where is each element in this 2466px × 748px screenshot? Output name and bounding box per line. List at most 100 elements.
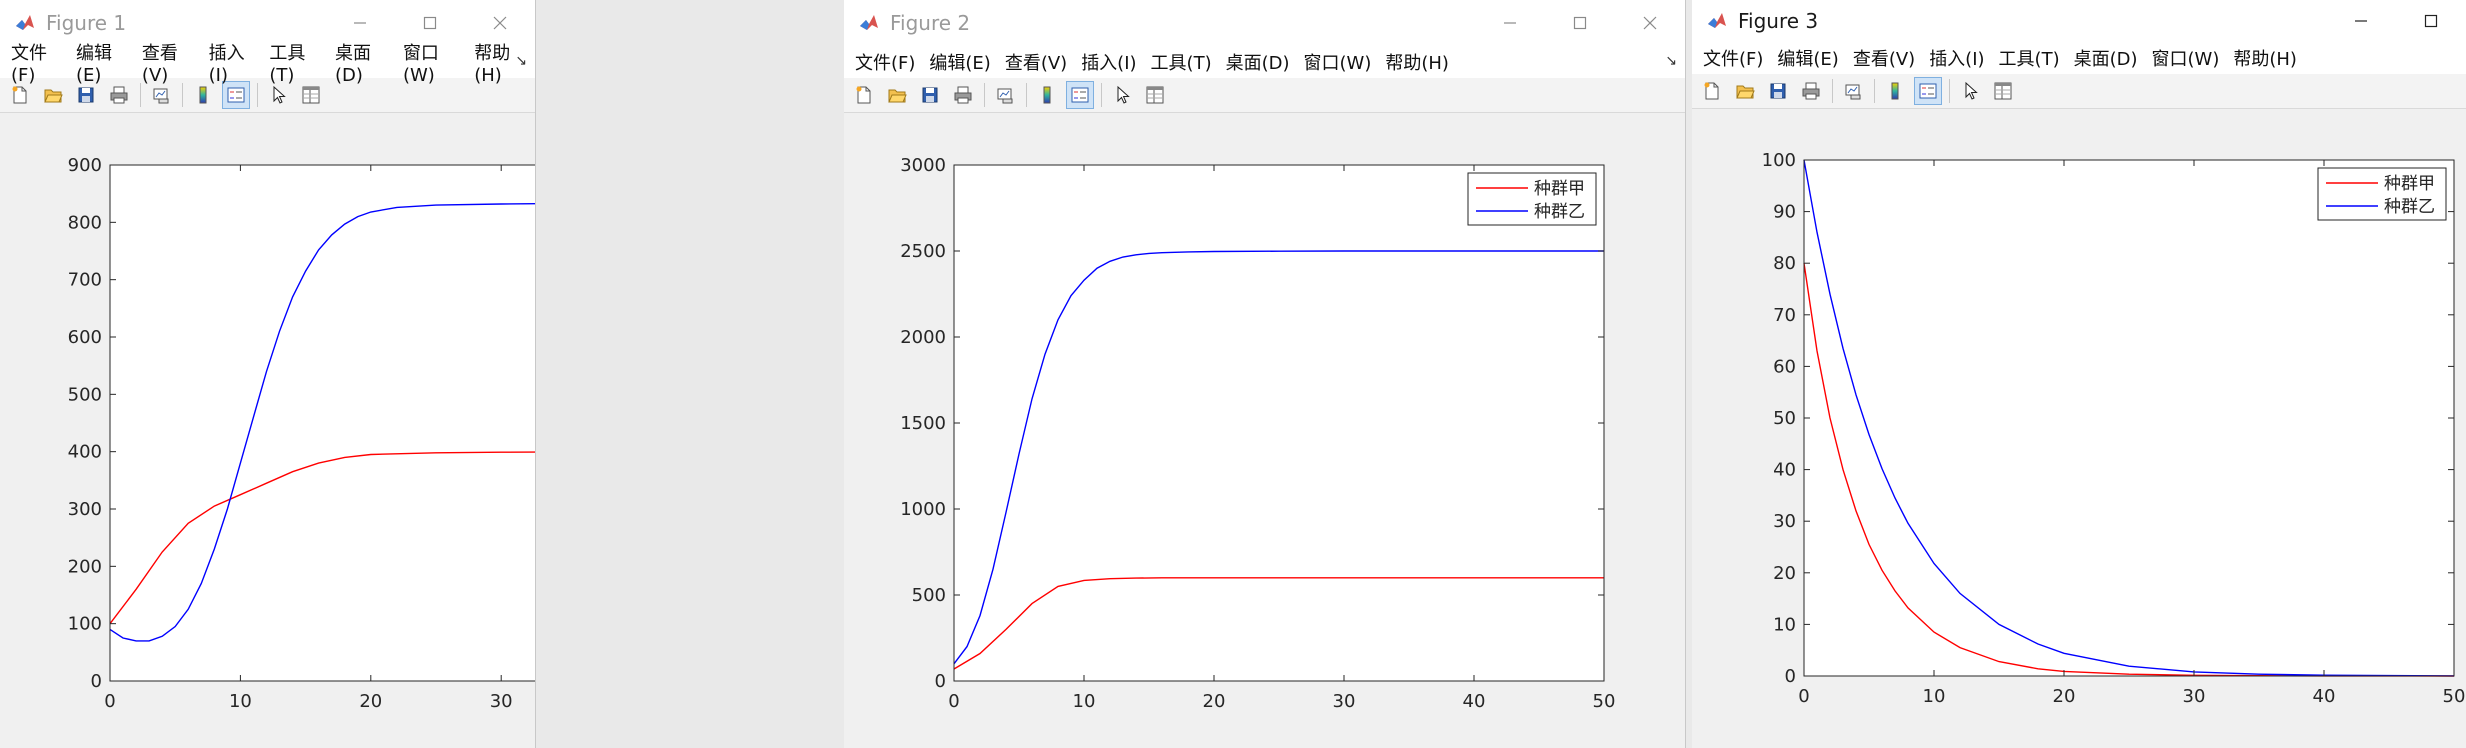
x-tick-label: 40 bbox=[1463, 691, 1486, 712]
new-file-icon bbox=[856, 86, 871, 104]
property-inspector-icon bbox=[1146, 86, 1164, 104]
menu-insert[interactable]: 插入(I) bbox=[1074, 49, 1143, 75]
y-tick-label: 200 bbox=[68, 556, 102, 577]
figure-window-2: Figure 2 文件(F) 编辑(E) 查看(V) 插入(I) 工具(T) 桌… bbox=[844, 0, 1686, 748]
title-bar[interactable]: Figure 2 bbox=[844, 0, 1685, 46]
x-tick-label: 50 bbox=[1593, 691, 1616, 712]
edit-plot-button[interactable] bbox=[1956, 77, 1984, 105]
x-tick-label: 20 bbox=[359, 691, 382, 712]
title-bar[interactable]: Figure 3 bbox=[1692, 0, 2466, 42]
menu-window[interactable]: 窗口(W) bbox=[396, 39, 467, 86]
x-tick-label: 0 bbox=[1798, 686, 1809, 707]
minimize-icon bbox=[2355, 20, 2367, 22]
print-button[interactable] bbox=[949, 81, 977, 109]
legend-label-2: 种群乙 bbox=[2384, 197, 2435, 217]
menu-file[interactable]: 文件(F) bbox=[1696, 45, 1770, 71]
toolbar-separator bbox=[182, 83, 183, 107]
menu-help[interactable]: 帮助(H) bbox=[2226, 45, 2304, 71]
close-icon bbox=[1643, 16, 1657, 30]
x-tick-label: 0 bbox=[104, 691, 115, 712]
legend-label-2: 种群乙 bbox=[1534, 202, 1585, 222]
open-file-button[interactable] bbox=[883, 81, 911, 109]
menu-edit[interactable]: 编辑(E) bbox=[1770, 45, 1845, 71]
y-tick-label: 900 bbox=[68, 155, 102, 176]
y-tick-label: 40 bbox=[1773, 460, 1796, 481]
figure-window-1: Figure 1 文件(F) 编辑(E) 查看(V) 插入(I) 工具(T) 桌… bbox=[0, 0, 536, 748]
save-button[interactable] bbox=[1764, 77, 1792, 105]
new-file-icon bbox=[1704, 82, 1719, 100]
cursor-arrow-icon bbox=[1965, 81, 1978, 100]
colorbar-button[interactable] bbox=[1881, 77, 1909, 105]
menu-edit[interactable]: 编辑(E) bbox=[922, 49, 997, 75]
menu-tools[interactable]: 工具(T) bbox=[262, 39, 328, 86]
y-tick-label: 600 bbox=[68, 327, 102, 348]
new-file-icon bbox=[12, 86, 27, 104]
menu-file[interactable]: 文件(F) bbox=[4, 39, 69, 86]
toolbar-separator bbox=[1832, 79, 1833, 103]
minimize-button[interactable] bbox=[2326, 0, 2396, 42]
menu-view[interactable]: 查看(V) bbox=[135, 39, 202, 86]
legend[interactable]: 种群甲种群乙 bbox=[1467, 172, 1597, 226]
toolbar-separator bbox=[984, 83, 985, 107]
legend[interactable]: 种群甲种群乙 bbox=[2317, 167, 2447, 221]
x-tick-label: 30 bbox=[490, 691, 513, 712]
maximize-button[interactable] bbox=[1545, 0, 1615, 46]
maximize-icon bbox=[2424, 14, 2438, 28]
legend-button[interactable] bbox=[1066, 81, 1094, 109]
save-icon bbox=[922, 87, 938, 103]
matlab-logo-icon bbox=[1708, 13, 1726, 28]
menu-desktop[interactable]: 桌面(D) bbox=[1219, 49, 1297, 75]
x-tick-label: 20 bbox=[2053, 686, 2076, 707]
new-figure-button[interactable] bbox=[1698, 77, 1726, 105]
menu-help[interactable]: 帮助(H) bbox=[1378, 49, 1456, 75]
menu-window[interactable]: 窗口(W) bbox=[1297, 49, 1379, 75]
y-tick-label: 100 bbox=[1762, 150, 1796, 171]
menu-file[interactable]: 文件(F) bbox=[848, 49, 922, 75]
printer-icon bbox=[1802, 82, 1820, 100]
minimize-button[interactable] bbox=[1475, 0, 1545, 46]
menu-window[interactable]: 窗口(W) bbox=[2145, 45, 2227, 71]
dock-arrow-icon[interactable]: ↘ bbox=[1665, 53, 1677, 69]
menu-view[interactable]: 查看(V) bbox=[998, 49, 1074, 75]
link-plot-button[interactable] bbox=[1839, 77, 1867, 105]
x-tick-label: 30 bbox=[1333, 691, 1356, 712]
figure-canvas: 0 10 20 30 40 50 0 10 20 30 40 50 60 70 80 90 100 种群甲 种群乙 bbox=[1692, 109, 2466, 748]
y-tick-label: 700 bbox=[68, 270, 102, 291]
y-tick-label: 500 bbox=[68, 384, 102, 405]
toolbar-separator bbox=[1026, 83, 1027, 107]
toolbar-separator bbox=[1874, 79, 1875, 103]
window-title: Figure 3 bbox=[1738, 9, 1819, 33]
legend-icon bbox=[227, 87, 245, 103]
menu-insert[interactable]: 插入(I) bbox=[202, 39, 263, 86]
maximize-button[interactable] bbox=[2396, 0, 2466, 42]
link-plot-button[interactable] bbox=[991, 81, 1019, 109]
printer-icon bbox=[110, 86, 128, 104]
cursor-arrow-icon bbox=[1117, 85, 1130, 104]
open-file-button[interactable] bbox=[1731, 77, 1759, 105]
new-figure-button[interactable] bbox=[850, 81, 878, 109]
maximize-icon bbox=[423, 16, 437, 30]
minimize-icon bbox=[354, 22, 366, 24]
menu-bar: 文件(F) 编辑(E) 查看(V) 插入(I) 工具(T) 桌面(D) 窗口(W… bbox=[1692, 42, 2466, 74]
colorbar-button[interactable] bbox=[1033, 81, 1061, 109]
y-tick-label: 2500 bbox=[900, 241, 946, 262]
menu-desktop[interactable]: 桌面(D) bbox=[328, 39, 396, 86]
close-button[interactable] bbox=[1615, 0, 1685, 46]
menu-tools[interactable]: 工具(T) bbox=[1144, 49, 1219, 75]
legend-button[interactable] bbox=[1914, 77, 1942, 105]
property-inspector-button[interactable] bbox=[1141, 81, 1169, 109]
print-button[interactable] bbox=[1797, 77, 1825, 105]
property-inspector-button[interactable] bbox=[1989, 77, 2017, 105]
menu-tools[interactable]: 工具(T) bbox=[1992, 45, 2067, 71]
window-title: Figure 2 bbox=[890, 11, 971, 35]
menu-desktop[interactable]: 桌面(D) bbox=[2067, 45, 2145, 71]
y-tick-label: 400 bbox=[68, 442, 102, 463]
dock-arrow-icon[interactable]: ↘ bbox=[515, 53, 527, 69]
menu-bar: 文件(F) 编辑(E) 查看(V) 插入(I) 工具(T) 桌面(D) 窗口(W… bbox=[844, 46, 1685, 78]
save-button[interactable] bbox=[916, 81, 944, 109]
menu-view[interactable]: 查看(V) bbox=[1846, 45, 1922, 71]
menu-insert[interactable]: 插入(I) bbox=[1922, 45, 1991, 71]
edit-plot-button[interactable] bbox=[1108, 81, 1136, 109]
menu-edit[interactable]: 编辑(E) bbox=[69, 39, 135, 86]
close-icon bbox=[493, 16, 507, 30]
